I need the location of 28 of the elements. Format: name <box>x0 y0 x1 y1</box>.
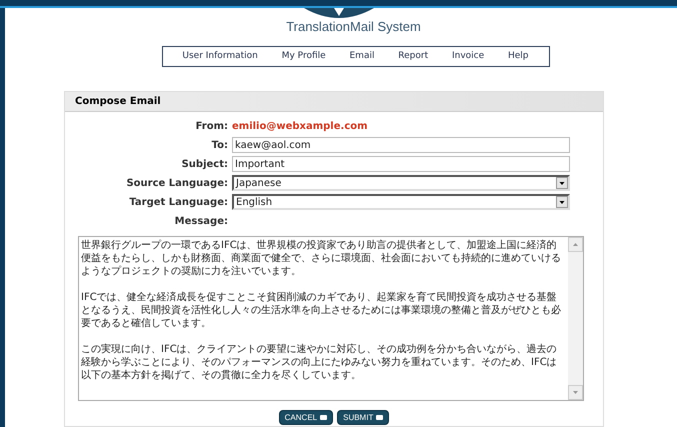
scrollbar[interactable] <box>568 237 583 400</box>
field-label: Subject: <box>180 158 229 172</box>
field-label: To: <box>210 138 229 152</box>
text-field[interactable]: kaew@aol.com <box>232 137 570 153</box>
field-label: Message: <box>174 214 229 228</box>
text-field[interactable]: Important <box>232 156 570 172</box>
message-field[interactable]: 世界銀行グループの一環であるIFCは、世界規模の投資家であり助言の提供者として、加盟途上国に経済的便益をもたらし、しかも財務面、商業面で健全で、さらに環境面、社会面においても持続的に進めていけるようなプロジェクトの奨励に力を注いでいます。 IFCでは、健全な経済成長を促すことこそ貧困削減のカギであり、起業家を育て民間投資を成功させる基盤となるうえ、民間投資を活性化し人々の生活水準を向上させるためには事業環境の整備と普及がぜひとも必要であると確信しています。 この実現に向け、IFCは、クライアントの要望に速やかに対応し、その成功例を分かち合いながら、過去の経験から学ぶことにより、そのパフォーマンスの向上にたゆみない努力を重ねています。そのため、IFCは以下の基本方針を掲げて、その貫徹に全力を尽くしています。 <box>78 236 584 401</box>
nav-link[interactable]: User Information <box>182 50 258 64</box>
nav-link[interactable]: Invoice <box>452 50 484 64</box>
nav-link[interactable]: Report <box>398 50 428 64</box>
dropdown-field[interactable]: English <box>232 194 570 210</box>
scroll-down-icon[interactable] <box>568 385 583 400</box>
panel-title: Compose Email <box>75 95 161 109</box>
dropdown-field[interactable]: Japanese <box>232 175 570 191</box>
app-title: TranslationMail System <box>286 19 421 35</box>
minus-icon <box>376 415 384 420</box>
sender-address: emilio@webxample.com <box>232 120 368 134</box>
action-button[interactable]: CANCEL <box>278 410 334 425</box>
nav-link[interactable]: Help <box>508 50 529 64</box>
logo-icon <box>304 8 374 18</box>
nav-link[interactable]: My Profile <box>282 50 326 64</box>
field-label: Target Language: <box>128 196 229 210</box>
scroll-up-icon[interactable] <box>568 237 583 252</box>
action-button[interactable]: SUBMIT <box>337 410 390 425</box>
nav-link[interactable]: Email <box>349 50 374 64</box>
field-label: From: <box>194 120 229 134</box>
field-label: Source Language: <box>125 176 229 190</box>
minus-icon <box>320 415 328 420</box>
